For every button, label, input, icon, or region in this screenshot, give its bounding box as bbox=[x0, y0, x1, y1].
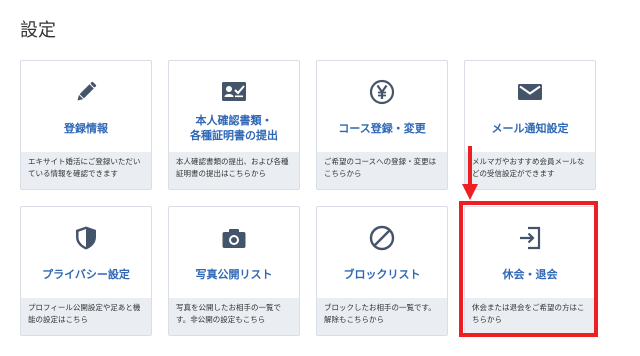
camera-icon bbox=[221, 225, 247, 251]
card-course-registration[interactable]: コース登録・変更 ご希望のコースへの登録・変更はこちらから bbox=[316, 60, 448, 190]
card-title-line: ブロックリスト bbox=[343, 268, 421, 281]
card-description: メルマガやおすすめ会員メールなどの受信設定ができます bbox=[465, 152, 595, 189]
card-email-notification[interactable]: メール通知設定 メルマガやおすすめ会員メールなどの受信設定ができます bbox=[464, 60, 596, 190]
card-description: 本人確認書類の提出、および各種証明書の提出はこちらから bbox=[169, 152, 299, 189]
card-title: メール通知設定 bbox=[467, 121, 593, 136]
card-title-line: コース登録・変更 bbox=[338, 122, 426, 135]
card-photo-public-list[interactable]: 写真公開リスト 写真を公開したお相手の一覧です。非公開の設定もこちら bbox=[168, 206, 300, 336]
card-title: ブロックリスト bbox=[319, 267, 445, 282]
card-description: エキサイト婚活にご登録いただいている情報を確認できます bbox=[21, 152, 151, 189]
card-description: 写真を公開したお相手の一覧です。非公開の設定もこちら bbox=[169, 298, 299, 335]
card-title: 登録情報 bbox=[23, 121, 149, 136]
card-title-line: 本人確認書類・ bbox=[195, 114, 273, 127]
card-title: 本人確認書類・ 各種証明書の提出 bbox=[171, 113, 297, 143]
card-description: プロフィール公開設定や足あと機能の設定はこちら bbox=[21, 298, 151, 335]
pencil-icon bbox=[73, 79, 99, 105]
envelope-icon bbox=[517, 79, 543, 105]
block-icon bbox=[369, 225, 395, 251]
card-block-list[interactable]: ブロックリスト ブロックしたお相手の一覧です。解除もこちらから bbox=[316, 206, 448, 336]
card-title-line: プライバシー設定 bbox=[42, 268, 130, 281]
card-title: 写真公開リスト bbox=[171, 267, 297, 282]
card-title: コース登録・変更 bbox=[319, 121, 445, 136]
card-title-line-2: 各種証明書の提出 bbox=[190, 129, 278, 142]
sign-in-arrow-icon bbox=[517, 225, 543, 251]
card-registration-info[interactable]: 登録情報 エキサイト婚活にご登録いただいている情報を確認できます bbox=[20, 60, 152, 190]
card-title: 休会・退会 bbox=[467, 267, 593, 282]
annotation-arrow-down bbox=[462, 146, 478, 200]
card-title-line: 登録情報 bbox=[64, 122, 108, 135]
card-title-line: 写真公開リスト bbox=[195, 268, 273, 281]
card-privacy-settings[interactable]: プライバシー設定 プロフィール公開設定や足あと機能の設定はこちら bbox=[20, 206, 152, 336]
card-description: ブロックしたお相手の一覧です。解除もこちらから bbox=[317, 298, 447, 335]
card-title-line: メール通知設定 bbox=[491, 122, 569, 135]
card-identity-documents[interactable]: 本人確認書類・ 各種証明書の提出 本人確認書類の提出、および各種証明書の提出はこ… bbox=[168, 60, 300, 190]
page-title: 設定 bbox=[20, 20, 56, 41]
card-title-line: 休会・退会 bbox=[502, 268, 558, 281]
card-suspend-withdraw[interactable]: 休会・退会 休会または退会をご希望の方はこちらから bbox=[464, 206, 596, 336]
card-description: ご希望のコースへの登録・変更はこちらから bbox=[317, 152, 447, 189]
card-title: プライバシー設定 bbox=[23, 267, 149, 282]
id-card-check-icon bbox=[221, 79, 247, 105]
yen-circle-icon bbox=[369, 79, 395, 105]
shield-icon bbox=[73, 225, 99, 251]
card-description: 休会または退会をご希望の方はこちらから bbox=[465, 298, 595, 335]
